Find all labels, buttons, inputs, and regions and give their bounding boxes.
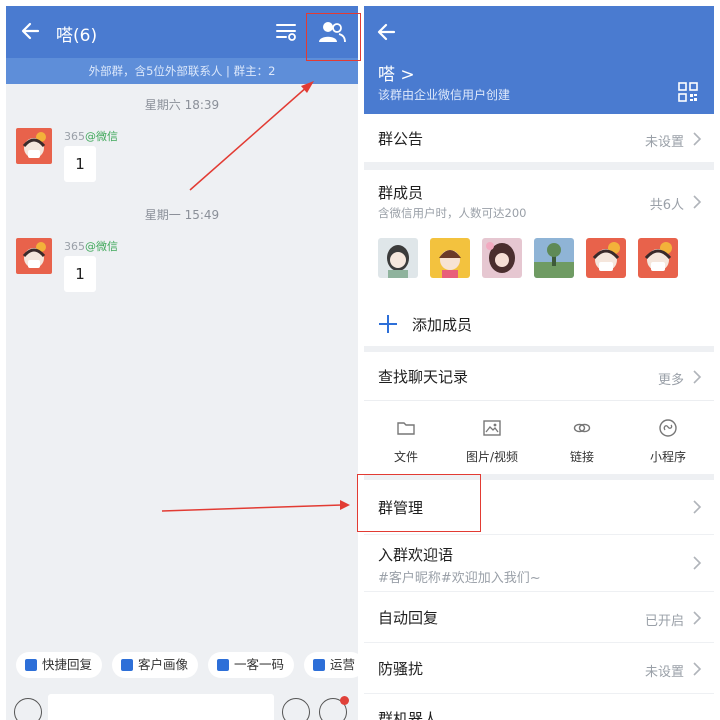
annotation-arrows [161,81,350,512]
arrow-line [161,504,343,512]
arrow-line [189,85,309,191]
screenshot-collage: 嗒(6) 外部群，含5位外部联系人 | 群主：2 星期六 18:39 365@微… [0,0,720,720]
arrow-head [340,500,350,510]
